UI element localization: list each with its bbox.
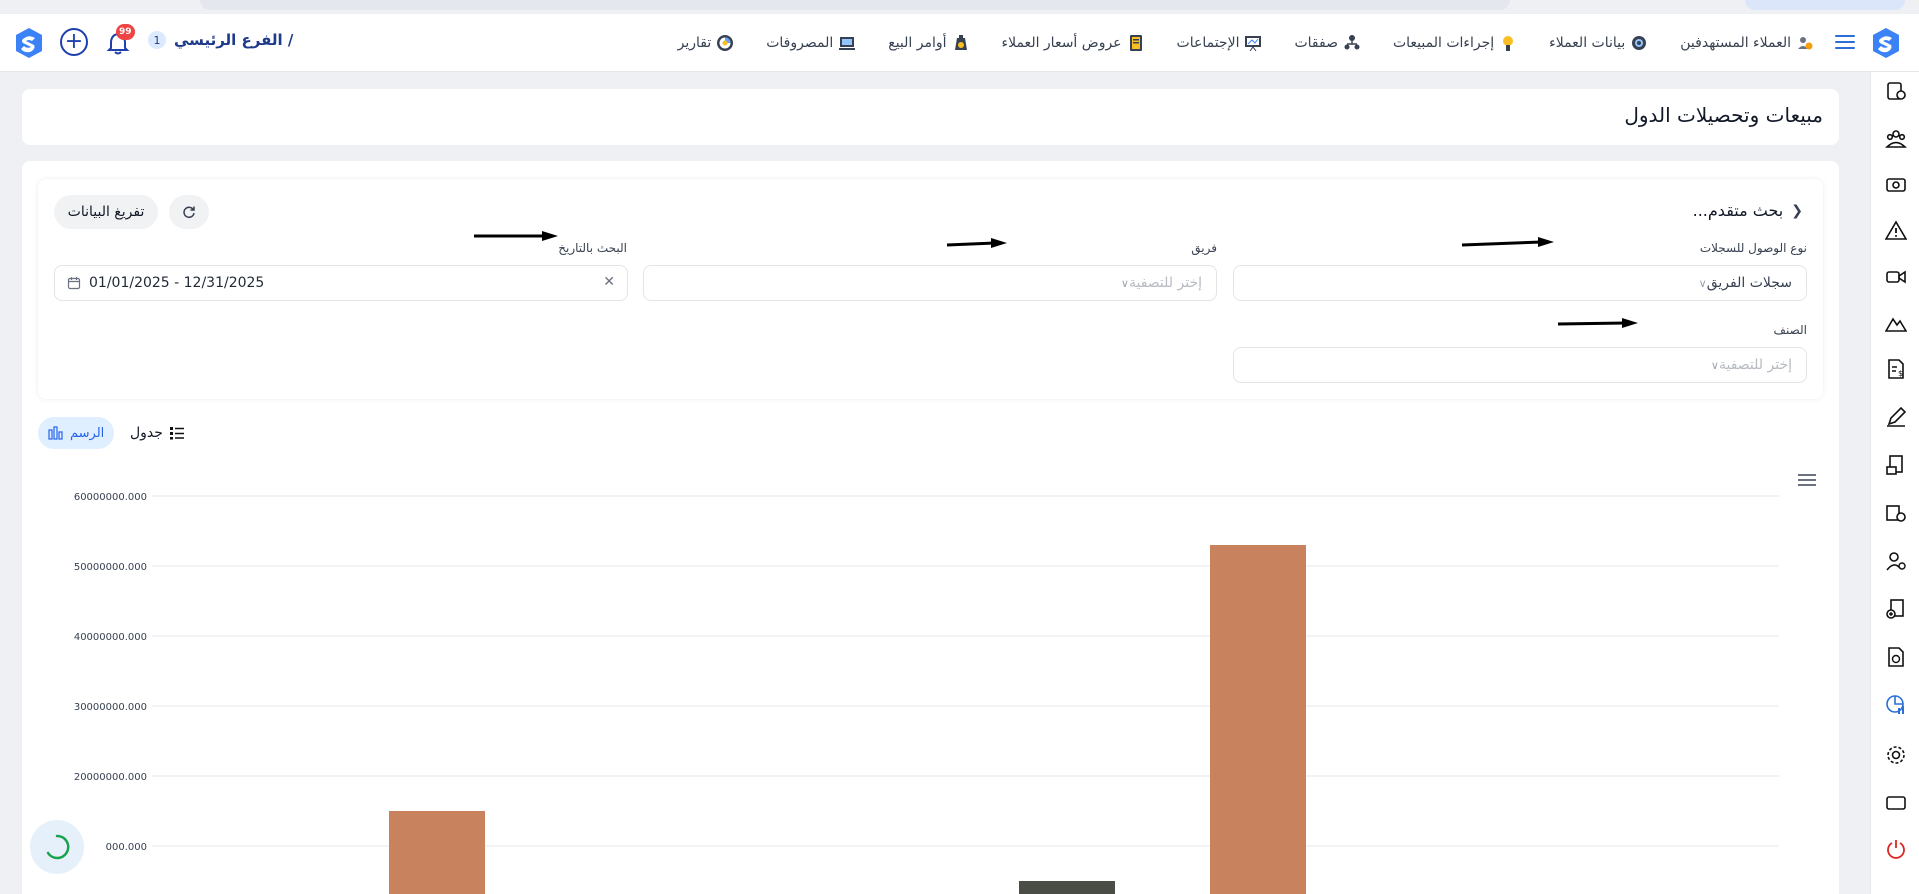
advanced-search-toggle[interactable]: ❮ بحث متقدم... [1693,201,1803,220]
customer-data-icon [1630,34,1648,52]
chart-bar[interactable] [1019,881,1115,894]
annotation-arrow-category [1557,318,1638,328]
top-action-pill[interactable] [1745,0,1905,10]
team-label: فريق [1191,241,1217,255]
loading-spinner-icon [30,820,84,874]
refresh-document-icon[interactable] [1885,646,1907,668]
nav-item-sales-actions[interactable]: إجراءات المبيعات [1393,34,1517,52]
nav-item-meetings[interactable]: الإجتماعات [1177,34,1263,52]
add-button[interactable]: + [60,28,88,56]
y-tick-label: 000.000 [106,842,147,853]
user-settings-icon[interactable] [1885,550,1907,572]
annotation-arrow-access-type [1461,237,1554,247]
right-sidebar: $ [1870,72,1919,894]
meetings-icon [1244,34,1262,52]
chevron-down-icon: ∨ [1698,276,1707,290]
nav-item-expenses[interactable]: المصروفات [766,34,856,52]
annotation-arrow-team [946,238,1007,248]
app-logo-small-icon[interactable] [12,26,46,60]
video-meeting-icon[interactable] [1885,266,1907,288]
branch-count-badge: 1 [148,31,166,49]
chevron-left-icon: ❮ [1791,202,1803,219]
team-select[interactable]: إختر للتصفية ∨ [643,265,1217,301]
y-tick-label: 40000000.000 [74,632,147,643]
users-target-icon [1796,34,1814,52]
y-tick-label: 20000000.000 [74,772,147,783]
add-document-icon[interactable] [1885,598,1907,620]
notifications-bell-icon[interactable]: 99 [106,24,135,56]
category-select[interactable]: إختر للتصفية ∨ [1233,347,1807,383]
sales-actions-icon [1499,34,1517,52]
power-logout-icon[interactable] [1885,838,1907,860]
nav-item-deals[interactable]: صفقات [1294,34,1361,52]
date-filter-label: البحث بالتاريخ [558,241,627,255]
chart-bar[interactable] [1210,545,1306,894]
global-search-bar[interactable] [200,0,1510,10]
sales-chart: 60000000.000 50000000.000 40000000.000 3000… [74,492,1779,894]
menu-toggle-icon[interactable] [1835,31,1855,53]
product-settings-icon[interactable] [1885,502,1907,524]
chart-bar[interactable] [389,811,485,894]
warning-icon[interactable] [1884,220,1908,242]
top-navigation-bar: العملاء المستهدفين بيانات العملاء إجراءا… [0,14,1919,72]
main-content-card: ❮ بحث متقدم... تفريغ البيانات نوع الوصول… [22,161,1839,894]
y-tick-label: 50000000.000 [74,562,147,573]
receipt-icon[interactable] [1885,454,1907,476]
analytics-report-icon[interactable] [1885,694,1907,716]
category-label: الصنف [1773,323,1807,337]
reports-icon [716,34,734,52]
page-header-card: مبيعات وتحصيلات الدول [22,89,1839,145]
nav-item-quotes[interactable]: عروض أسعار العملاء [1002,34,1145,52]
nav-item-customer-data[interactable]: بيانات العملاء [1549,34,1648,52]
page-title: مبيعات وتحصيلات الدول [1624,103,1823,127]
top-strip [0,0,1919,14]
advanced-search-panel: ❮ بحث متقدم... تفريغ البيانات نوع الوصول… [38,179,1823,399]
team-icon[interactable] [1885,128,1907,150]
sales-orders-icon [952,34,970,52]
settings-gear-icon[interactable] [1885,744,1907,766]
annotation-arrow-date [474,231,558,241]
y-tick-label: 30000000.000 [74,702,147,713]
table-view-button[interactable]: جدول [130,417,185,449]
chart-view-button[interactable]: الرسم [38,417,115,449]
window-icon[interactable] [1885,792,1907,814]
invoice-icon[interactable]: $ [1885,358,1907,380]
main-nav: العملاء المستهدفين بيانات العملاء إجراءا… [646,14,1814,72]
deals-icon [1343,34,1361,52]
clear-date-icon[interactable]: ✕ [603,274,615,290]
expenses-icon [838,34,856,52]
refresh-icon [183,206,195,219]
mountain-icon[interactable] [1884,312,1908,334]
date-range-input[interactable]: 01/01/2025 - 12/31/2025 ✕ [54,265,628,301]
app-logo-icon[interactable] [1869,26,1903,60]
access-type-label: نوع الوصول للسجلات [1699,241,1807,255]
quotes-icon [1127,34,1145,52]
y-tick-label: 60000000.000 [74,492,147,503]
nav-item-sales-orders[interactable]: أوامر البيع [888,34,969,52]
chevron-down-icon: ∨ [1710,358,1719,372]
export-data-button[interactable]: تفريغ البيانات [54,195,158,229]
branch-selector[interactable]: 1 الفرع الرئيسي / [148,31,293,49]
list-icon [169,427,184,440]
nav-item-reports[interactable]: تقارير [678,34,735,52]
document-settings-icon[interactable] [1885,80,1907,102]
refresh-button[interactable] [169,195,209,229]
chevron-down-icon: ∨ [1120,276,1129,290]
bar-chart-icon [48,426,63,440]
access-type-select[interactable]: سجلات الفريق ∨ [1233,265,1807,301]
pen-icon[interactable] [1885,406,1907,428]
notification-count-badge: 99 [116,24,135,40]
nav-item-target-customers[interactable]: العملاء المستهدفين [1680,34,1814,52]
svg-text:$: $ [1898,369,1903,378]
money-icon[interactable] [1885,174,1907,196]
branch-name: الفرع الرئيسي / [174,31,294,49]
calendar-icon [67,277,81,290]
